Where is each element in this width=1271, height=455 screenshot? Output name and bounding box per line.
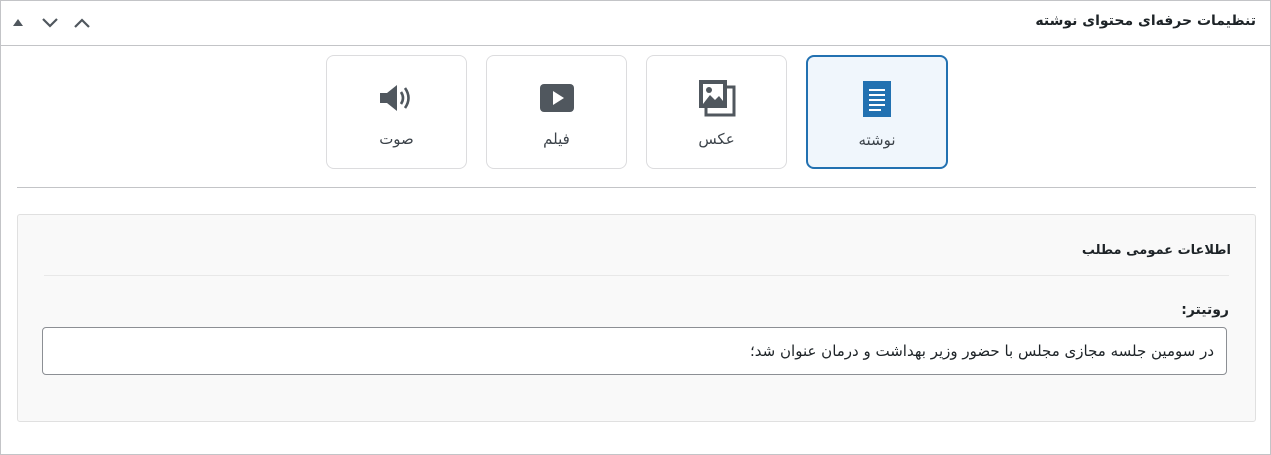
- section-divider: [17, 187, 1256, 188]
- audio-icon: [377, 78, 417, 118]
- info-separator: [44, 275, 1229, 276]
- format-label: صوت: [379, 130, 414, 148]
- post-advanced-settings-panel: تنظیمات حرفه‌ای محتوای نوشته نوشته: [0, 0, 1271, 455]
- general-info-box: اطلاعات عمومی مطلب روتیتر:: [17, 214, 1256, 422]
- toggle-panel-button[interactable]: [7, 11, 29, 35]
- format-option-audio[interactable]: صوت: [326, 55, 467, 169]
- format-label: نوشته: [858, 131, 896, 149]
- triangle-up-icon: [13, 19, 23, 26]
- format-option-standard[interactable]: نوشته: [806, 55, 948, 169]
- move-up-button[interactable]: [71, 11, 93, 35]
- lead-field-label: روتیتر:: [1181, 302, 1229, 318]
- lead-input[interactable]: [42, 327, 1227, 375]
- chevron-down-icon: [42, 18, 58, 28]
- format-option-video[interactable]: فیلم: [486, 55, 627, 169]
- format-option-gallery[interactable]: عکس: [646, 55, 787, 169]
- video-icon: [537, 78, 577, 118]
- panel-title: تنظیمات حرفه‌ای محتوای نوشته: [1035, 13, 1256, 29]
- gallery-icon: [697, 78, 737, 118]
- general-info-title: اطلاعات عمومی مطلب: [1081, 243, 1231, 258]
- post-format-selector: نوشته عکس فیلم صوت: [1, 55, 1271, 169]
- format-label: عکس: [698, 130, 735, 148]
- format-label: فیلم: [543, 130, 570, 148]
- document-icon: [857, 79, 897, 119]
- panel-header: تنظیمات حرفه‌ای محتوای نوشته: [1, 1, 1270, 46]
- chevron-up-icon: [74, 18, 90, 28]
- move-down-button[interactable]: [39, 11, 61, 35]
